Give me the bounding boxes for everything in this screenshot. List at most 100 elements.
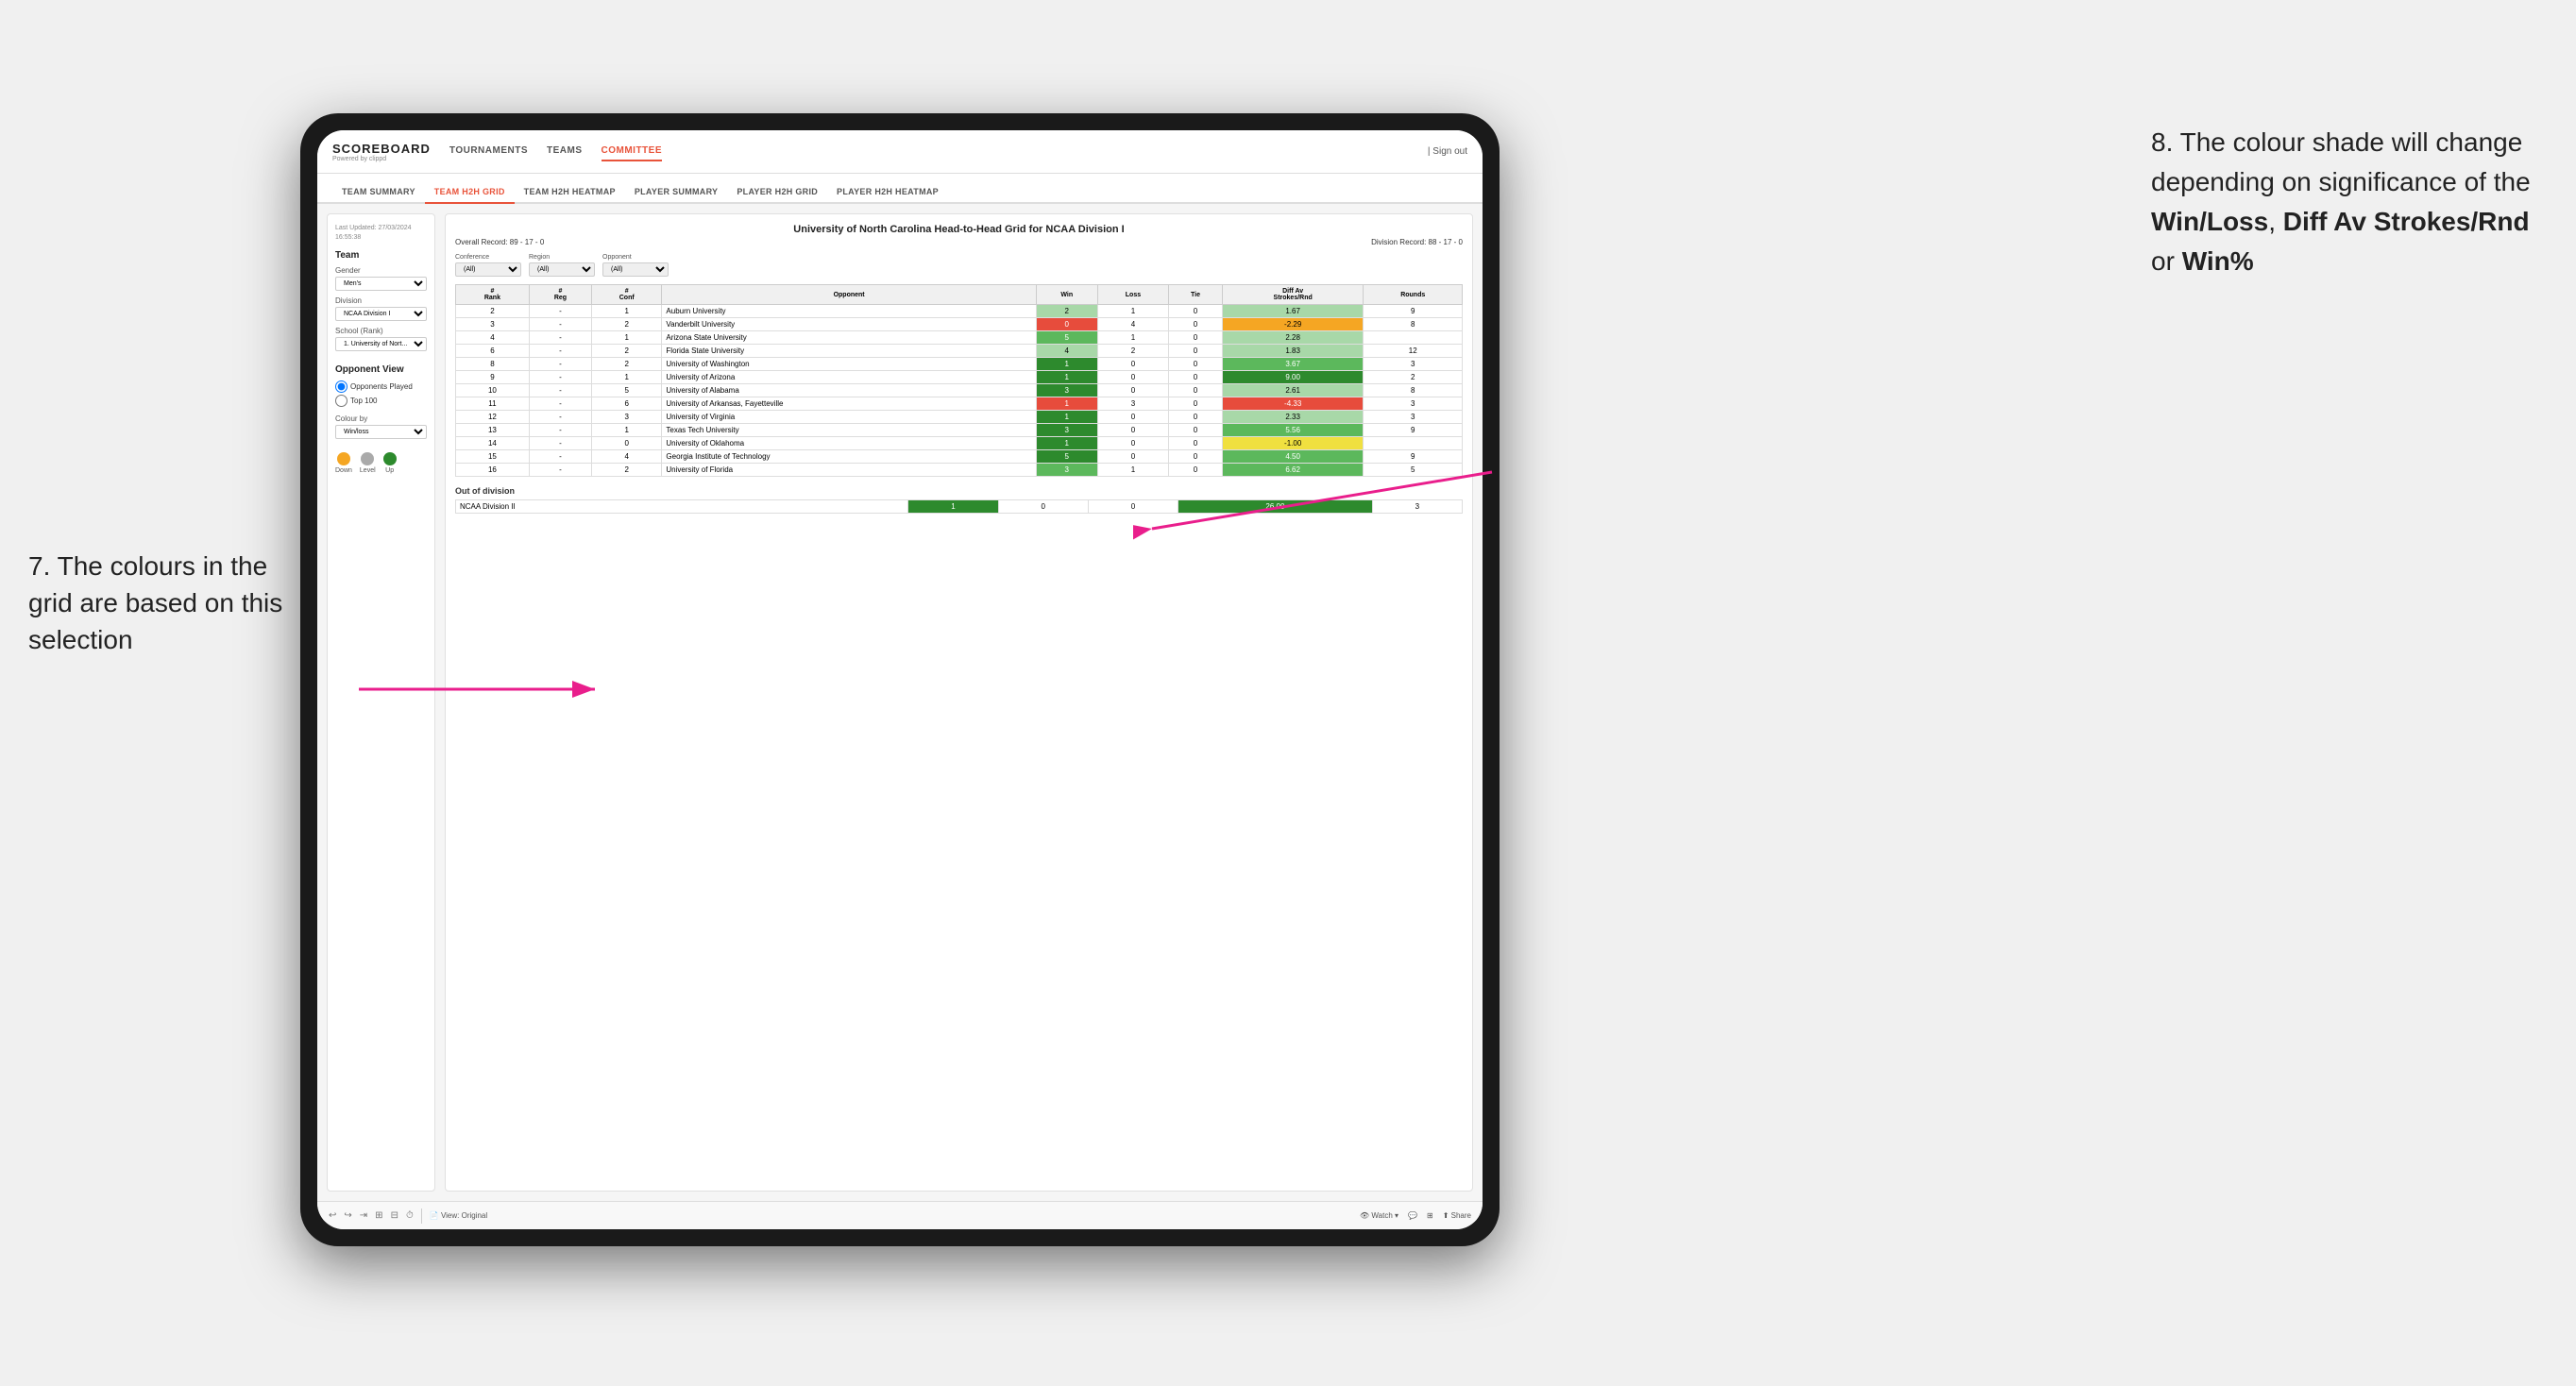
- td-conf: 4: [592, 450, 662, 464]
- nav-item-committee[interactable]: COMMITTEE: [602, 142, 663, 161]
- td-rank: 14: [456, 437, 530, 450]
- td-rank: 11: [456, 397, 530, 411]
- td-win: 1: [1036, 397, 1097, 411]
- undo-icon[interactable]: ↩: [329, 1210, 336, 1221]
- forward-icon[interactable]: ⇥: [360, 1210, 367, 1221]
- th-rank: #Rank: [456, 285, 530, 305]
- logo-sub: Powered by clippd: [332, 156, 431, 162]
- subnav-player-h2h-heatmap[interactable]: PLAYER H2H HEATMAP: [827, 181, 948, 204]
- nav-item-tournaments[interactable]: TOURNAMENTS: [449, 142, 528, 161]
- td-reg: -: [529, 318, 591, 331]
- division-select[interactable]: NCAA Division I: [335, 307, 427, 321]
- grid-area: University of North Carolina Head-to-Hea…: [445, 213, 1473, 1192]
- toolbar-right: 👁 Watch ▾ 💬 ⊞ ⬆ Share: [1360, 1211, 1471, 1220]
- td-loss: 0: [1097, 384, 1169, 397]
- toolbar-divider: [421, 1209, 422, 1224]
- td-win: 1: [1036, 411, 1097, 424]
- bottom-toolbar: ↩ ↪ ⇥ ⊞ ⊟ ⏱ 📄 View: Original 👁 Watch ▾ 💬…: [317, 1201, 1483, 1229]
- redo-icon[interactable]: ↪: [344, 1210, 351, 1221]
- region-filter-select[interactable]: (All): [529, 262, 595, 277]
- watch-label[interactable]: 👁 Watch ▾: [1360, 1211, 1398, 1220]
- td-reg: -: [529, 384, 591, 397]
- td-tie: 0: [1169, 397, 1223, 411]
- subnav-team-h2h-grid[interactable]: TEAM H2H GRID: [425, 181, 515, 204]
- table-body: 2 - 1 Auburn University 2 1 0 1.67 9 3 -…: [456, 305, 1463, 477]
- school-label: School (Rank): [335, 327, 427, 335]
- copy-icon[interactable]: ⊞: [375, 1210, 382, 1221]
- clock-icon[interactable]: ⏱: [406, 1210, 414, 1221]
- th-diff: Diff AvStrokes/Rnd: [1222, 285, 1364, 305]
- td-reg: -: [529, 397, 591, 411]
- table-header-row: #Rank #Reg #Conf Opponent Win Loss Tie D…: [456, 285, 1463, 305]
- td-rounds: 2: [1364, 371, 1463, 384]
- td-rank: 12: [456, 411, 530, 424]
- td-conf: 1: [592, 371, 662, 384]
- annotation-left: 7. The colours in the grid are based on …: [28, 548, 293, 659]
- td-diff: 4.50: [1222, 450, 1364, 464]
- subnav-player-summary[interactable]: PLAYER SUMMARY: [625, 181, 728, 204]
- tablet: SCOREBOARD Powered by clippd TOURNAMENTS…: [300, 113, 1500, 1246]
- table-row: 12 - 3 University of Virginia 1 0 0 2.33…: [456, 411, 1463, 424]
- td-win: 3: [1036, 384, 1097, 397]
- school-select[interactable]: 1. University of Nort...: [335, 337, 427, 351]
- td-reg: -: [529, 345, 591, 358]
- colour-by-select[interactable]: Win/loss: [335, 425, 427, 439]
- table-row: 14 - 0 University of Oklahoma 1 0 0 -1.0…: [456, 437, 1463, 450]
- conference-filter-select[interactable]: (All): [455, 262, 521, 277]
- filter-group-opponent: Opponent (All): [602, 254, 669, 277]
- th-rounds: Rounds: [1364, 285, 1463, 305]
- gender-select[interactable]: Men's: [335, 277, 427, 291]
- td-rounds: 3: [1364, 397, 1463, 411]
- out-of-division: Out of division NCAA Division II 1 0 0 2…: [455, 486, 1463, 514]
- td-tie: 0: [1169, 384, 1223, 397]
- subnav-team-summary[interactable]: TEAM SUMMARY: [332, 181, 425, 204]
- td-loss: 1: [1097, 331, 1169, 345]
- ood-loss: 0: [998, 500, 1088, 514]
- ood-win: 1: [908, 500, 998, 514]
- td-win: 5: [1036, 450, 1097, 464]
- annotation-bold-diff: Diff Av Strokes/Rnd: [2283, 207, 2530, 236]
- td-loss: 0: [1097, 358, 1169, 371]
- grid-icon[interactable]: ⊟: [391, 1210, 398, 1221]
- radio-opponents-played[interactable]: Opponents Played: [335, 380, 427, 393]
- annotation-left-text: 7. The colours in the grid are based on …: [28, 551, 282, 654]
- colour-down: Down: [335, 452, 352, 474]
- opponent-filter-select[interactable]: (All): [602, 262, 669, 277]
- td-rank: 9: [456, 371, 530, 384]
- view-label: 📄 View: Original: [430, 1211, 487, 1220]
- td-loss: 0: [1097, 437, 1169, 450]
- subnav-team-h2h-heatmap[interactable]: TEAM H2H HEATMAP: [515, 181, 625, 204]
- conference-filter-label: Conference: [455, 254, 521, 261]
- share-label[interactable]: ⬆ Share: [1443, 1211, 1471, 1220]
- td-loss: 0: [1097, 450, 1169, 464]
- th-loss: Loss: [1097, 285, 1169, 305]
- td-rounds: 3: [1364, 411, 1463, 424]
- td-tie: 0: [1169, 305, 1223, 318]
- td-reg: -: [529, 450, 591, 464]
- td-win: 5: [1036, 331, 1097, 345]
- td-diff: -4.33: [1222, 397, 1364, 411]
- td-opponent: University of Arkansas, Fayetteville: [662, 397, 1036, 411]
- td-rounds: 12: [1364, 345, 1463, 358]
- table-row: 15 - 4 Georgia Institute of Technology 5…: [456, 450, 1463, 464]
- td-win: 1: [1036, 371, 1097, 384]
- td-conf: 1: [592, 305, 662, 318]
- comment-icon[interactable]: 💬: [1408, 1211, 1417, 1220]
- grid-view-icon[interactable]: ⊞: [1427, 1211, 1433, 1220]
- team-section-title: Team: [335, 250, 427, 261]
- td-conf: 2: [592, 318, 662, 331]
- td-diff: 9.00: [1222, 371, 1364, 384]
- td-loss: 3: [1097, 397, 1169, 411]
- td-tie: 0: [1169, 358, 1223, 371]
- td-conf: 2: [592, 358, 662, 371]
- subnav-player-h2h-grid[interactable]: PLAYER H2H GRID: [727, 181, 827, 204]
- logo-title: SCOREBOARD: [332, 142, 431, 156]
- nav-item-teams[interactable]: TEAMS: [547, 142, 583, 161]
- td-rank: 13: [456, 424, 530, 437]
- table-row: 8 - 2 University of Washington 1 0 0 3.6…: [456, 358, 1463, 371]
- radio-top100[interactable]: Top 100: [335, 395, 427, 407]
- sign-out-link[interactable]: | Sign out: [1428, 146, 1467, 157]
- td-tie: 0: [1169, 371, 1223, 384]
- td-reg: -: [529, 331, 591, 345]
- td-opponent: University of Alabama: [662, 384, 1036, 397]
